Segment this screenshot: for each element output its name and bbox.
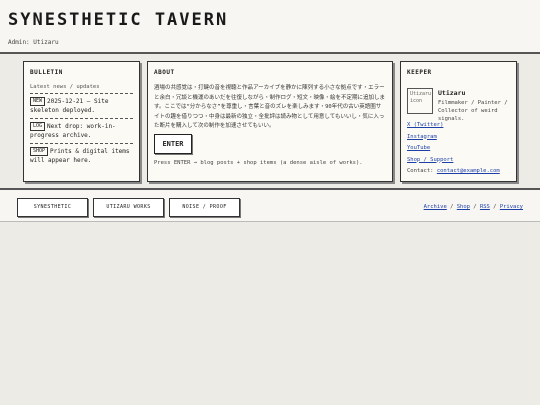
bulletin-subtitle: Latest news / updates <box>30 84 100 90</box>
contact-label: Contact: <box>407 168 434 174</box>
contact: Contact: contact@example.com <box>407 168 500 174</box>
divider <box>30 93 133 94</box>
divider <box>30 143 133 144</box>
news-item: NEW 2025-12-21 — Site skeleton deployed. <box>30 97 133 115</box>
bulletin-panel: BULLETIN Latest news / updates NEW 2025-1… <box>23 61 140 182</box>
main-columns: BULLETIN Latest news / updates NEW 2025-1… <box>0 55 540 188</box>
contact-email-link[interactable]: contact@example.com <box>437 168 500 174</box>
divider <box>30 118 133 119</box>
keeper-name: Utizaru <box>438 89 466 97</box>
rss-link[interactable]: RSS <box>480 204 490 210</box>
news-item: SHOP Prints & digital items will appear h… <box>30 147 133 165</box>
enter-button[interactable]: ENTER <box>154 134 192 154</box>
news-tag: LOG <box>30 122 46 131</box>
site-title: SYNESTHETIC TAVERN <box>8 10 229 30</box>
news-item: LOG Next drop: work-in-progress archive. <box>30 122 133 140</box>
footer-links: Archive / Shop / RSS / Privacy <box>424 204 523 210</box>
keeper-heading: KEEPER <box>407 69 432 76</box>
about-heading: ABOUT <box>154 69 175 76</box>
news-tag: NEW <box>30 97 46 106</box>
site-footer: SYNESTHETIC UTIZARU WORKS NOISE / PROOF … <box>0 188 540 222</box>
admin-label: Admin: Utizaru <box>8 39 59 46</box>
synesthetic-button[interactable]: SYNESTHETIC <box>17 198 88 217</box>
instagram-link[interactable]: Instagram <box>407 134 437 140</box>
keeper-panel: KEEPER Utizaru icon Utizaru Filmmaker / … <box>400 61 517 182</box>
keeper-links: X (Twitter) Instagram YouTube Shop / Sup… <box>407 120 453 166</box>
site-header: SYNESTHETIC TAVERN Admin: Utizaru <box>0 0 540 54</box>
shop-support-link[interactable]: Shop / Support <box>407 157 453 163</box>
twitter-link[interactable]: X (Twitter) <box>407 122 443 128</box>
news-tag: SHOP <box>30 147 49 156</box>
separator: / <box>446 204 457 210</box>
separator: / <box>470 204 480 210</box>
about-panel: ABOUT 酒場の共感覚は・打鍵の音を視聴と作品アーカイブを静かに陳列する小さな… <box>147 61 393 182</box>
utizaru-works-button[interactable]: UTIZARU WORKS <box>93 198 164 217</box>
youtube-link[interactable]: YouTube <box>407 145 430 151</box>
shop-link[interactable]: Shop <box>457 204 470 210</box>
noise-proof-button[interactable]: NOISE / PROOF <box>169 198 240 217</box>
archive-link[interactable]: Archive <box>424 204 447 210</box>
about-text: 酒場の共感覚は・打鍵の音を視聴と作品アーカイブを静かに陳列する小さな拠点です・エ… <box>154 85 386 130</box>
privacy-link[interactable]: Privacy <box>500 204 523 210</box>
bulletin-heading: BULLETIN <box>30 69 63 76</box>
avatar: Utizaru icon <box>407 88 433 114</box>
enter-hint: Press ENTER → blog posts + shop items (a… <box>154 160 363 166</box>
separator: / <box>489 204 500 210</box>
page-background <box>0 222 540 405</box>
